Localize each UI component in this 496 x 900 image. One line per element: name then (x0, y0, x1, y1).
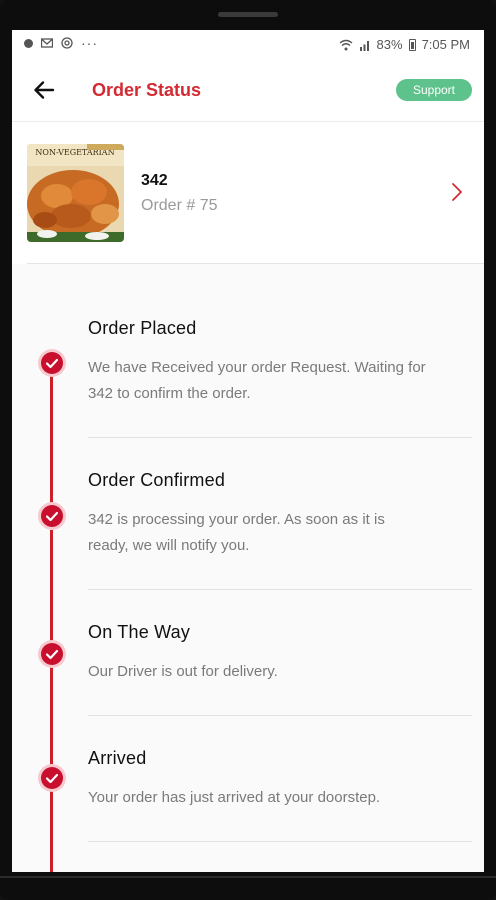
step-title: Order Confirmed (88, 470, 226, 490)
divider (88, 589, 472, 590)
divider (88, 437, 472, 438)
step-title: On The Way (88, 622, 191, 642)
check-circle-icon (41, 505, 63, 527)
notification-icons: ··· (24, 35, 98, 51)
step-description: 342 is processing your order. As soon as… (88, 511, 385, 554)
restaurant-name: 342 (141, 172, 168, 189)
at-sign-icon (61, 37, 73, 49)
page-title: Order Status (92, 80, 202, 100)
divider (88, 715, 472, 716)
status-bar: ··· 83% 7:05 PM (12, 30, 484, 58)
battery-icon (408, 38, 416, 51)
phone-frame: ··· 83% 7:05 PM Order Status Support NON… (0, 0, 496, 900)
timeline-connector (50, 667, 53, 768)
notification-dot-icon (24, 38, 33, 48)
step-description: Our Driver is out for delivery. (88, 663, 278, 680)
order-summary-card[interactable]: NON-VEGETARIAN 342 Order # 75 (12, 122, 484, 264)
mail-icon (41, 38, 53, 48)
food-image-icon: NON-VEGETARIAN (27, 144, 124, 242)
divider (88, 841, 472, 842)
timeline-connector (50, 374, 53, 508)
chevron-right-icon[interactable] (450, 182, 464, 202)
app-bar: Order Status Support (12, 58, 484, 122)
bottom-bezel (0, 876, 496, 878)
back-arrow-icon[interactable] (32, 78, 56, 102)
battery-percent: 83% (376, 37, 403, 52)
more-notifications-icon: ··· (81, 35, 98, 51)
clock-time: 7:05 PM (421, 37, 470, 52)
step-description: Your order has just arrived at your door… (88, 789, 381, 806)
signal-icon (359, 40, 369, 51)
screen: ··· 83% 7:05 PM Order Status Support NON… (12, 30, 484, 872)
timeline-connector (50, 530, 53, 645)
check-circle-icon (41, 352, 63, 374)
restaurant-thumbnail: NON-VEGETARIAN (27, 144, 124, 242)
system-icons: 83% 7:05 PM (339, 37, 470, 52)
step-title: Arrived (88, 748, 147, 768)
check-circle-icon (41, 643, 63, 665)
step-description: We have Received your order Request. Wai… (88, 359, 426, 402)
speaker-grille (218, 12, 278, 17)
check-circle-icon (41, 767, 63, 789)
support-button[interactable]: Support (396, 79, 472, 101)
divider (27, 263, 484, 264)
wifi-icon (339, 39, 352, 50)
order-number: Order # 75 (141, 197, 218, 214)
timeline-connector (50, 790, 53, 872)
step-title: Order Placed (88, 318, 197, 338)
